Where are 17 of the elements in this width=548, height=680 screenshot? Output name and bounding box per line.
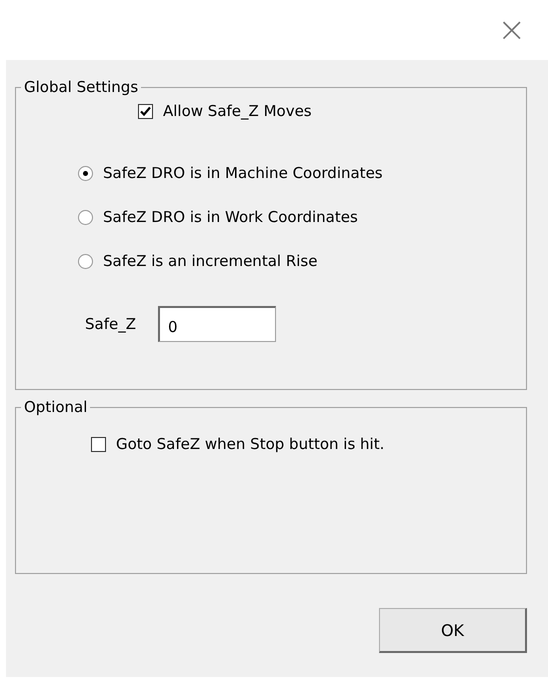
radio-label: SafeZ is an incremental Rise	[103, 252, 318, 270]
radio-button[interactable]	[78, 210, 93, 224]
ok-button[interactable]: OK	[379, 608, 527, 653]
field-label: Safe_Z	[85, 315, 136, 333]
checkbox-label: Goto SafeZ when Stop button is hit.	[116, 435, 384, 453]
checkbox[interactable]	[91, 436, 106, 452]
radio-label: SafeZ DRO is in Work Coordinates	[103, 208, 358, 226]
checkbox-label: Allow Safe_Z Moves	[163, 102, 312, 120]
safe-z-field[interactable]: 0	[158, 306, 276, 342]
check-icon	[140, 106, 151, 116]
radio-button[interactable]	[78, 166, 93, 180]
radio-label: SafeZ DRO is in Machine Coordinates	[103, 164, 383, 182]
checkbox[interactable]	[138, 104, 153, 118]
group-title: Global Settings	[23, 78, 140, 96]
close-button[interactable]: ×	[494, 13, 530, 47]
group-title: Optional	[23, 398, 88, 416]
radio-button[interactable]	[78, 254, 93, 268]
